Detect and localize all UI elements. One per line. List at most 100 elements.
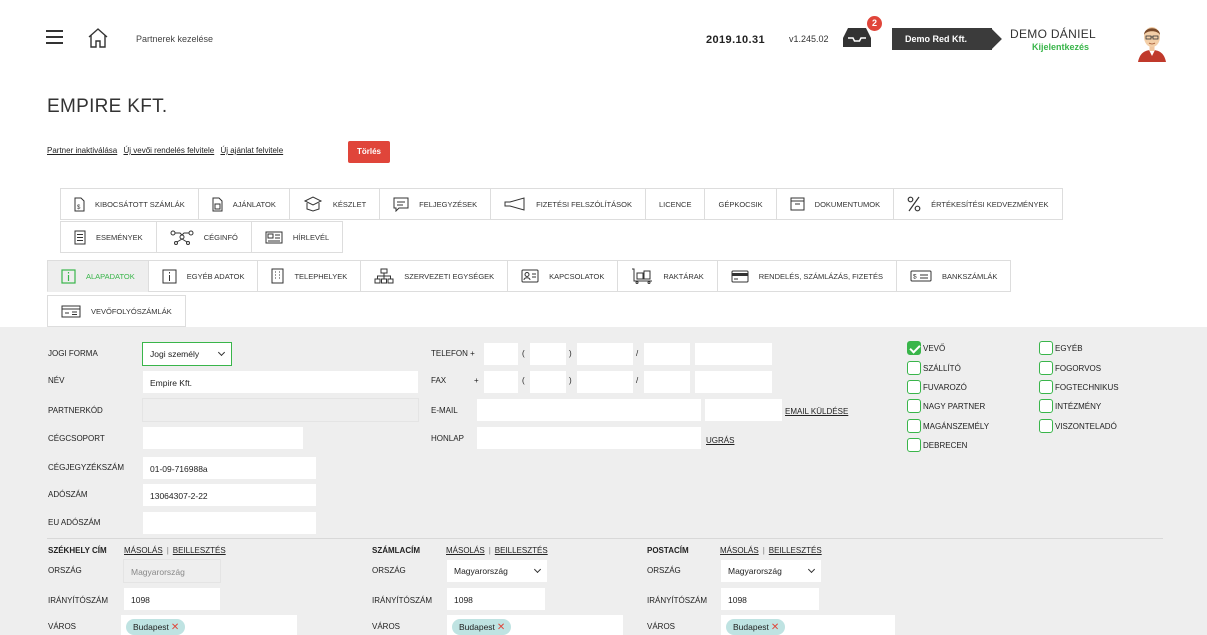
fax-area-input[interactable]	[529, 370, 567, 394]
fax-number-part1-input[interactable]	[576, 370, 634, 394]
name-input[interactable]: Empire Kft.	[142, 370, 419, 394]
phone-number-part2-input[interactable]	[643, 342, 691, 366]
close-icon[interactable]: ✕	[171, 622, 179, 633]
legal-form-select[interactable]: Jogi személy	[142, 342, 232, 366]
logout-link[interactable]: Kijelentkezés	[1032, 42, 1089, 52]
tab-company-info[interactable]: Céginfó	[155, 221, 252, 253]
checkbox-other[interactable]: EGYÉB	[1039, 341, 1083, 355]
tab-documents[interactable]: Dokumentumok	[775, 188, 895, 220]
billing-address-title: SZÁMLACÍM	[372, 546, 420, 555]
phone-number-part1-input[interactable]	[576, 342, 634, 366]
tab-offers[interactable]: Ajánlatok	[197, 188, 290, 220]
tab-warehouses[interactable]: Raktárak	[617, 260, 718, 292]
close-icon[interactable]: ✕	[497, 622, 505, 633]
network-icon	[170, 230, 194, 245]
tab-sites[interactable]: Telephelyek	[257, 260, 362, 292]
checkbox-customer[interactable]: VEVŐ	[907, 341, 945, 355]
svg-text:$: $	[913, 274, 917, 281]
email-label: E-MAIL	[431, 406, 458, 415]
headquarters-copy-link: MÁSOLÁS | BEILLESZTÉS	[124, 546, 226, 555]
billing-city-label: VÁROS	[372, 622, 401, 631]
tab-contacts[interactable]: Kapcsolatok	[507, 260, 619, 292]
phone-paren-close: )	[569, 349, 572, 358]
website-input[interactable]	[476, 426, 702, 450]
billing-paste-link[interactable]: BEILLESZTÉS	[495, 546, 548, 555]
headquarters-paste-link[interactable]: BEILLESZTÉS	[173, 546, 226, 555]
name-label: NÉV	[48, 376, 65, 385]
checkbox-dentist[interactable]: FOGORVOS	[1039, 361, 1101, 375]
checkbox-carrier[interactable]: FUVAROZÓ	[907, 380, 967, 394]
headquarters-city-input[interactable]: Budapest ✕	[120, 614, 298, 635]
headquarters-copy-link-text[interactable]: MÁSOLÁS	[124, 546, 163, 555]
postal-paste-link[interactable]: BEILLESZTÉS	[769, 546, 822, 555]
fax-extension-input[interactable]	[694, 370, 773, 394]
tax-number-input[interactable]: 13064307-2-22	[142, 483, 317, 507]
checkbox-institution[interactable]: INTÉZMÉNY	[1039, 399, 1101, 413]
postal-zip-input[interactable]: 1098	[720, 587, 820, 611]
tab-newsletter[interactable]: Hírlevél	[250, 221, 344, 253]
hamburger-menu-icon[interactable]	[46, 30, 63, 44]
headquarters-city-label: VÁROS	[48, 622, 77, 631]
avatar[interactable]	[1136, 22, 1168, 62]
phone-area-input[interactable]	[529, 342, 567, 366]
postal-country-select[interactable]: Magyarország	[720, 559, 822, 583]
headquarters-zip-input[interactable]: 1098	[123, 587, 221, 611]
email-secondary-input[interactable]	[704, 398, 783, 422]
home-icon[interactable]	[86, 26, 110, 50]
phone-country-input[interactable]	[483, 342, 519, 366]
billing-copy-link-text[interactable]: MÁSOLÁS	[446, 546, 485, 555]
offer-icon	[212, 197, 223, 211]
tab-ordering-billing-payment[interactable]: Rendelés, számlázás, fizetés	[716, 260, 897, 292]
tab-basic-data[interactable]: Alapadatok	[47, 260, 149, 292]
company-group-label: CÉGCSOPORT	[48, 434, 105, 443]
go-to-website-link[interactable]: UGRÁS	[706, 436, 734, 445]
headquarters-country-input[interactable]: Magyarország	[123, 559, 221, 583]
registration-number-input[interactable]: 01-09-716988a	[142, 456, 317, 480]
headquarters-country-label: ORSZÁG	[48, 566, 82, 575]
new-offer-link[interactable]: Új ajánlat felvitele	[220, 146, 283, 155]
tab-other-data[interactable]: Egyéb adatok	[147, 260, 259, 292]
checkbox-supplier[interactable]: SZÁLLÍTÓ	[907, 361, 961, 375]
tab-vehicles[interactable]: Gépkocsik	[704, 188, 777, 220]
tab-licence[interactable]: Licence	[644, 188, 706, 220]
phone-extension-input[interactable]	[694, 342, 773, 366]
eu-tax-number-input[interactable]	[142, 511, 317, 535]
tab-issued-invoices[interactable]: $ Kibocsátott számlák	[60, 188, 199, 220]
notification-badge[interactable]: 2	[867, 16, 882, 31]
legal-form-label: JOGI FORMA	[48, 349, 98, 358]
fax-number-part2-input[interactable]	[643, 370, 691, 394]
checkbox-debrecen[interactable]: DEBRECEN	[907, 438, 967, 452]
tab-events[interactable]: Események	[60, 221, 157, 253]
tab-notes[interactable]: Feljegyzések	[379, 188, 492, 220]
contact-card-icon	[521, 269, 539, 283]
breadcrumb[interactable]: Partnerek kezelése	[136, 34, 213, 44]
checkbox-big-partner[interactable]: NAGY PARTNER	[907, 399, 985, 413]
billing-zip-input[interactable]: 1098	[446, 587, 546, 611]
tab-sales-discounts[interactable]: Értékesítési kedvezmények	[893, 188, 1063, 220]
checkbox-private-person[interactable]: MAGÁNSZEMÉLY	[907, 419, 989, 433]
tab-stock[interactable]: Készlet	[288, 188, 381, 220]
checkbox-reseller[interactable]: VISZONTELADÓ	[1039, 419, 1117, 433]
billing-country-select[interactable]: Magyarország	[446, 559, 548, 583]
close-icon[interactable]: ✕	[771, 622, 779, 633]
email-input[interactable]	[476, 398, 702, 422]
partner-actions: Partner inaktiválása Új vevői rendelés f…	[47, 146, 287, 155]
tab-customer-accounts[interactable]: Vevőfolyószámlák	[47, 295, 186, 327]
tab-payment-reminders[interactable]: Fizetési felszólítások	[490, 188, 646, 220]
postal-copy-link-text[interactable]: MÁSOLÁS	[720, 546, 759, 555]
send-email-link[interactable]: EMAIL KÜLDÉSE	[785, 407, 848, 416]
delete-button[interactable]: Törlés	[348, 141, 391, 163]
company-selector-button[interactable]: Demo Red Kft.	[892, 28, 992, 50]
tab-org-units[interactable]: Szervezeti egységek	[360, 260, 509, 292]
company-group-input[interactable]	[142, 426, 304, 450]
checkbox-dental-technician[interactable]: FOGTECHNIKUS	[1039, 380, 1119, 394]
tab-row-4: Vevőfolyószámlák	[47, 295, 186, 327]
fax-country-input[interactable]	[483, 370, 519, 394]
inbox-icon[interactable]	[842, 25, 872, 49]
billing-city-input[interactable]: Budapest ✕	[446, 614, 624, 635]
fax-slash: /	[636, 376, 639, 385]
new-customer-order-link[interactable]: Új vevői rendelés felvitele	[124, 146, 215, 155]
postal-city-input[interactable]: Budapest ✕	[720, 614, 896, 635]
deactivate-partner-link[interactable]: Partner inaktiválása	[47, 146, 117, 155]
tab-bank-accounts[interactable]: $ Bankszámlák	[895, 260, 1012, 292]
